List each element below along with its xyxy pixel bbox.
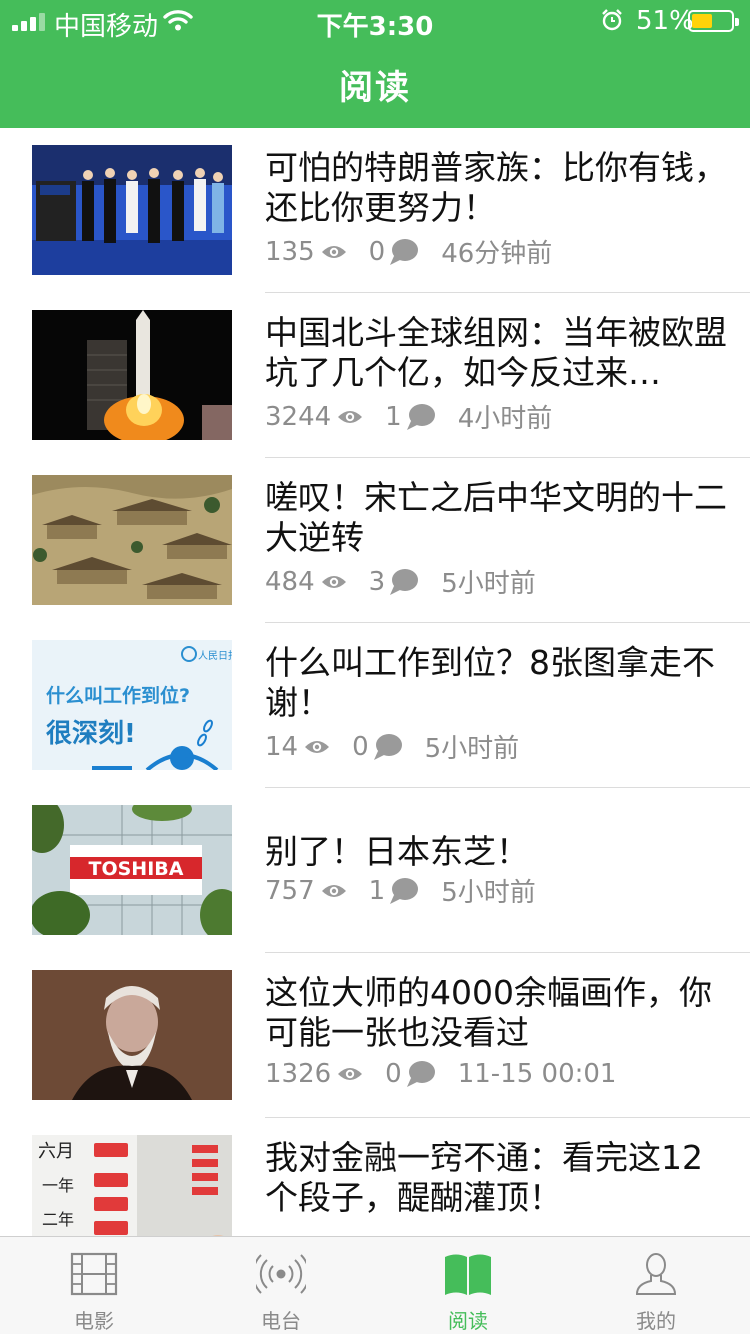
article-thumbnail — [32, 475, 232, 605]
comment-count: 1 — [385, 401, 402, 432]
article-title[interactable]: 中国北斗全球组网：当年被欧盟坑了几个亿，如今反过来… — [265, 313, 735, 393]
eye-icon — [321, 575, 346, 588]
thumb-logo: 人民日报 — [198, 649, 232, 662]
tab-mine[interactable]: 我的 — [562, 1237, 750, 1334]
user-icon — [635, 1253, 677, 1295]
view-count: 3244 — [265, 401, 332, 432]
comment-count: 1 — [368, 875, 386, 906]
article-title[interactable]: 这位大师的4000余幅画作，你可能一张也没看过 — [265, 973, 735, 1053]
eye-icon — [321, 245, 346, 258]
comment-icon — [390, 568, 419, 595]
film-icon — [70, 1252, 118, 1296]
comment-icon — [406, 1060, 435, 1087]
book-icon — [445, 1254, 491, 1295]
article-item[interactable]: 可怕的特朗普家族：比你有钱，还比你更努力！ 135 0 46分钟前 — [0, 128, 750, 293]
view-count: 135 — [265, 236, 315, 267]
view-count: 484 — [265, 566, 315, 597]
article-meta: 757 1 5小时前 — [265, 872, 536, 909]
battery-icon — [688, 10, 739, 32]
view-count: 757 — [265, 875, 315, 906]
tab-label: 电台 — [261, 1309, 301, 1333]
article-meta: 135 0 46分钟前 — [265, 233, 553, 270]
comment-count: 0 — [352, 731, 369, 762]
article-title[interactable]: 什么叫工作到位？8张图拿走不谢！ — [265, 643, 735, 723]
article-meta: 484 3 5小时前 — [265, 563, 536, 600]
article-thumbnail — [32, 145, 232, 275]
tab-reading[interactable]: 阅读 — [374, 1237, 562, 1334]
article-meta: 14 0 5小时前 — [265, 728, 520, 765]
article-item[interactable]: TOSHIBA 别了！日本东芝！ 757 1 5小时前 — [0, 788, 750, 953]
page-title: 阅读 — [339, 68, 411, 108]
comment-count: 3 — [368, 566, 386, 597]
article-list[interactable]: 可怕的特朗普家族：比你有钱，还比你更努力！ 135 0 46分钟前 中国北斗全球组网… — [0, 128, 750, 1236]
radio-icon — [256, 1254, 306, 1294]
tab-label: 电影 — [74, 1309, 114, 1333]
comment-count: 0 — [368, 236, 386, 267]
article-item[interactable]: 嗟叹！宋亡之后中华文明的十二大逆转 484 3 5小时前 — [0, 458, 750, 623]
article-thumbnail — [32, 310, 232, 440]
article-title[interactable]: 别了！日本东芝！ — [265, 832, 735, 872]
article-item[interactable]: 六月 一年 二年 我对金融一窍不通：看完这12个段子，醍醐灌顶！ — [0, 1118, 750, 1236]
article-meta: 3244 1 4小时前 — [265, 398, 553, 435]
thumb-text-1: 什么叫工作到位? — [46, 684, 190, 707]
article-title[interactable]: 可怕的特朗普家族：比你有钱，还比你更努力！ — [265, 148, 735, 228]
publish-time: 5小时前 — [441, 878, 536, 908]
view-count: 1326 — [265, 1058, 332, 1089]
tab-bar: 电影 电台 阅读 我的 — [0, 1236, 750, 1334]
publish-time: 4小时前 — [457, 404, 553, 434]
eye-icon — [338, 410, 363, 423]
article-thumbnail — [32, 970, 232, 1100]
article-thumbnail: 人民日报 什么叫工作到位? 很深刻! — [32, 640, 232, 770]
publish-time: 11-15 00:01 — [457, 1058, 617, 1089]
thumb-text-2: 很深刻! — [46, 718, 136, 749]
article-meta: 1326 0 11-15 00:01 — [265, 1058, 616, 1094]
status-bar: 中国移动 下午3:30 51% — [0, 0, 750, 42]
tab-label: 阅读 — [448, 1309, 488, 1333]
comment-icon — [373, 733, 402, 760]
tab-radio[interactable]: 电台 — [187, 1237, 375, 1334]
publish-time: 5小时前 — [424, 734, 520, 764]
eye-icon — [321, 884, 346, 897]
comment-icon — [406, 403, 435, 430]
thumb-text-2: 一年 — [42, 1176, 74, 1195]
battery-percent: 51% — [636, 6, 694, 36]
publish-time: 46分钟前 — [441, 239, 553, 269]
comment-icon — [390, 238, 419, 265]
publish-time: 5小时前 — [441, 569, 536, 599]
article-title[interactable]: 嗟叹！宋亡之后中华文明的十二大逆转 — [265, 478, 735, 558]
eye-icon — [305, 740, 330, 753]
thumb-text-3: 二年 — [42, 1210, 74, 1229]
comment-count: 0 — [385, 1058, 402, 1089]
article-thumbnail: TOSHIBA — [32, 805, 232, 935]
comment-icon — [390, 877, 419, 904]
article-title[interactable]: 我对金融一窍不通：看完这12个段子，醍醐灌顶！ — [265, 1138, 735, 1218]
article-item[interactable]: 中国北斗全球组网：当年被欧盟坑了几个亿，如今反过来… 3244 1 4小时前 — [0, 293, 750, 458]
article-item[interactable]: 这位大师的4000余幅画作，你可能一张也没看过 1326 0 11-15 00:01 — [0, 953, 750, 1118]
alarm-icon — [602, 9, 622, 31]
tab-movie[interactable]: 电影 — [0, 1237, 188, 1334]
article-thumbnail: 六月 一年 二年 — [32, 1135, 232, 1236]
eye-icon — [338, 1067, 363, 1080]
thumb-brand-text: TOSHIBA — [89, 858, 184, 880]
view-count: 14 — [265, 731, 299, 762]
thumb-text-1: 六月 — [38, 1141, 74, 1162]
article-item[interactable]: 人民日报 什么叫工作到位? 很深刻! 什么叫工作到位？8张图拿走不谢！ 14 0 5… — [0, 623, 750, 788]
tab-label: 我的 — [636, 1309, 676, 1333]
header: 中国移动 下午3:30 51% 阅读 — [0, 0, 750, 128]
